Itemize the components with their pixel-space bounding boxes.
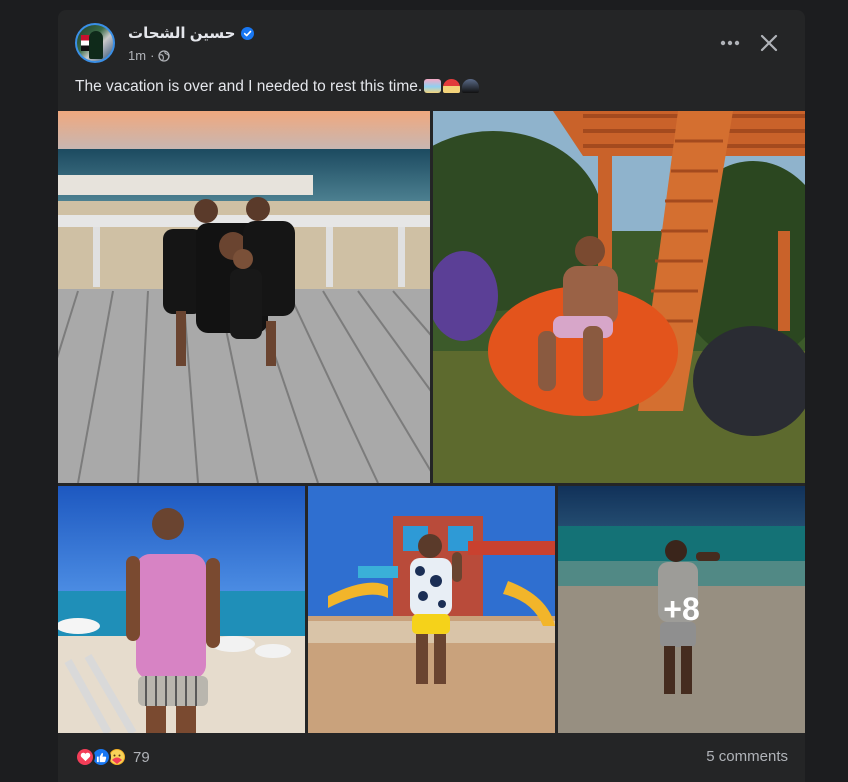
photo-1-image [58,111,430,483]
avatar-figure [89,31,103,59]
beach-emoji-icon [424,79,442,93]
photo-1[interactable] [58,111,430,483]
parasol-emoji-icon [462,79,480,93]
globe-icon[interactable] [158,49,171,62]
post-meta: 1m · [128,48,171,63]
photo-2[interactable] [433,111,805,483]
author-name[interactable]: حسين الشحات [128,24,235,42]
reaction-count: 79 [133,748,150,766]
more-options-button[interactable] [712,30,748,56]
caption-text: The vacation is over and I needed to res… [75,78,423,95]
photo-5[interactable]: +8 [558,486,805,733]
meta-separator: · [150,48,155,63]
photo-2-image [433,111,805,483]
post-time[interactable]: 1m [128,48,146,63]
reactions-summary[interactable]: 79 [75,747,150,767]
photo-3-image [58,486,305,733]
verified-badge-icon [241,26,255,40]
post-header: حسين الشحات 1m · [58,10,805,72]
love-icon [75,747,95,767]
author-row: حسين الشحات [128,24,255,42]
photo-4-image [308,486,555,733]
post-caption: The vacation is over and I needed to res… [75,78,480,96]
close-button[interactable] [754,28,784,58]
comments-count-link[interactable]: 5 comments [706,748,788,765]
close-icon [760,34,778,52]
author-avatar[interactable] [75,23,115,63]
photo-3[interactable] [58,486,305,733]
more-options-icon [720,40,740,46]
post-footer: 79 5 comments [58,733,805,782]
post-card: حسين الشحات 1m · The vacation is over an… [58,10,805,782]
photo-4[interactable] [308,486,555,733]
umbrella-emoji-icon [443,79,461,93]
more-photos-overlay[interactable]: +8 [558,486,805,733]
